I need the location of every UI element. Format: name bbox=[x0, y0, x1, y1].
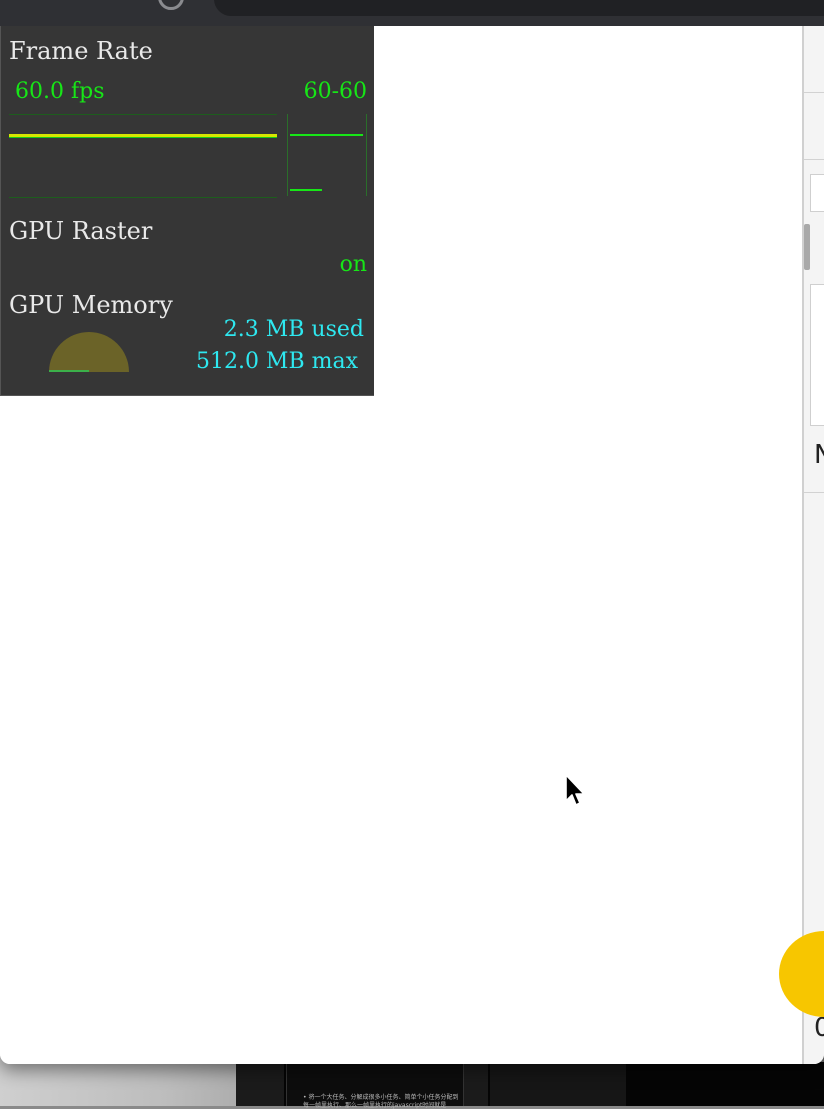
gpu-memory-used: 2.3 MB used bbox=[223, 317, 364, 342]
fps-range: 60-60 bbox=[303, 79, 367, 104]
frame-rate-histogram bbox=[287, 114, 367, 196]
panel-row-label: N bbox=[814, 440, 824, 470]
reload-icon[interactable] bbox=[158, 0, 184, 10]
gpu-memory-gauge-fill bbox=[49, 370, 89, 372]
taskbar-thumbnail[interactable] bbox=[490, 1062, 626, 1106]
histogram-bar bbox=[290, 189, 322, 191]
browser-window: Frame Rate 60.0 fps 60-60 GPU Raster on … bbox=[0, 0, 824, 1064]
taskbar-thumbnail[interactable] bbox=[236, 1062, 284, 1106]
panel-row[interactable]: N bbox=[804, 426, 824, 493]
panel-input[interactable] bbox=[810, 174, 824, 212]
taskbar-thumbnail[interactable] bbox=[464, 1062, 488, 1106]
panel-textarea[interactable] bbox=[810, 284, 824, 426]
gpu-memory-title: GPU Memory bbox=[9, 291, 173, 319]
gpu-raster-title: GPU Raster bbox=[9, 217, 153, 245]
histogram-bar bbox=[290, 134, 363, 136]
mouse-cursor-icon bbox=[565, 774, 585, 806]
frame-rate-graph bbox=[9, 114, 277, 198]
fps-line bbox=[9, 137, 277, 138]
address-bar[interactable] bbox=[214, 0, 824, 16]
fps-value: 60.0 fps bbox=[15, 79, 105, 104]
gpu-raster-status: on bbox=[339, 252, 367, 277]
gpu-memory-max: 512.0 MB max bbox=[195, 349, 358, 374]
right-side-panel: N 0 bbox=[802, 26, 824, 1064]
taskbar-thumbnail-slides[interactable]: • 将一个大任务、分解成很多小任务、简单个小任务分配到 每一帧里执行、那么一帧里… bbox=[286, 1062, 464, 1109]
panel-row-label: 0 bbox=[814, 1013, 824, 1043]
thumbnail-text: 每一帧里执行、那么一帧里执行的javascript时间就是 bbox=[303, 1102, 447, 1109]
panel-scrollbar[interactable] bbox=[804, 224, 810, 270]
panel-row[interactable] bbox=[804, 93, 824, 160]
rendering-stats-hud: Frame Rate 60.0 fps 60-60 GPU Raster on … bbox=[0, 26, 374, 396]
browser-toolbar bbox=[0, 0, 824, 26]
gpu-memory-gauge bbox=[49, 332, 129, 372]
frame-rate-title: Frame Rate bbox=[9, 37, 153, 65]
panel-row[interactable] bbox=[804, 26, 824, 93]
taskbar: • 将一个大任务、分解成很多小任务、简单个小任务分配到 每一帧里执行、那么一帧里… bbox=[236, 1062, 824, 1109]
